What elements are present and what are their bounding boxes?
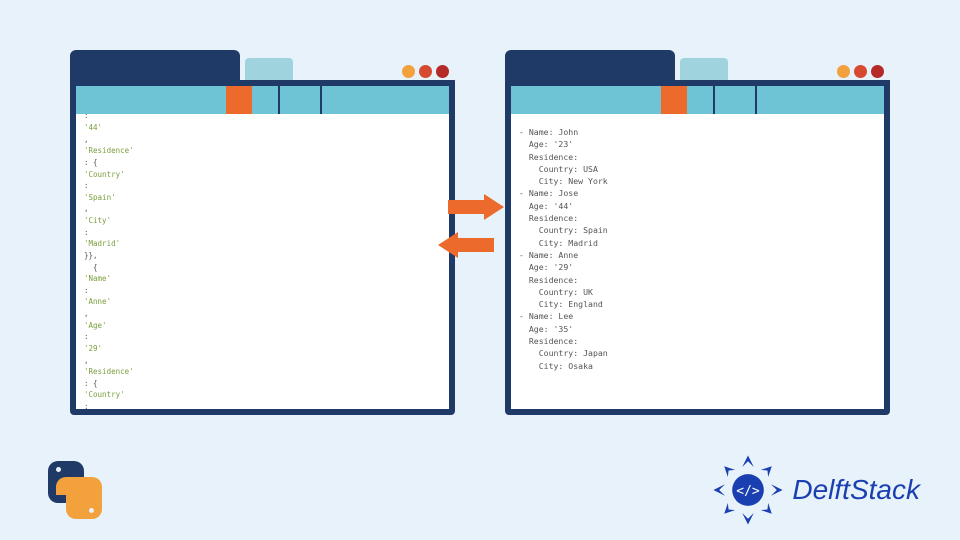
tab-bar: [70, 50, 455, 80]
tab-bar: [505, 50, 890, 80]
svg-text:</>: </>: [737, 484, 761, 499]
footer: </> DelftStack: [0, 454, 960, 526]
toolbar-seg: [715, 86, 757, 114]
dot-red2-icon: [436, 65, 449, 78]
window-frame: dct_arr = [ {'Name': 'John', 'Age': '23'…: [70, 80, 455, 415]
convert-arrows: [438, 190, 508, 270]
toolbar-active-icon: [226, 86, 252, 114]
toolbar-spacer: [322, 86, 449, 114]
tab-secondary: [680, 58, 728, 80]
window-right: - Name: John Age: '23' Residence: Countr…: [505, 50, 890, 420]
code-block-python: dct_arr = [ {'Name': 'John', 'Age': '23'…: [76, 114, 449, 409]
tab-main: [505, 50, 675, 80]
code-block-yaml: - Name: John Age: '23' Residence: Countr…: [511, 114, 884, 409]
toolbar-seg: [280, 86, 322, 114]
tab-main: [70, 50, 240, 80]
arrow-right-icon: [448, 194, 504, 220]
toolbar: [511, 86, 884, 114]
dot-red1-icon: [419, 65, 432, 78]
tab-secondary: [245, 58, 293, 80]
window-left: dct_arr = [ {'Name': 'John', 'Age': '23'…: [70, 50, 455, 420]
delftstack-badge-icon: </>: [712, 454, 784, 526]
dot-yellow-icon: [402, 65, 415, 78]
dot-yellow-icon: [837, 65, 850, 78]
dot-red2-icon: [871, 65, 884, 78]
dot-red1-icon: [854, 65, 867, 78]
delftstack-brand: </> DelftStack: [712, 454, 920, 526]
python-logo-icon: [40, 455, 110, 525]
toolbar-spacer: [757, 86, 884, 114]
window-controls: [402, 65, 455, 80]
toolbar-seg: [254, 86, 280, 114]
arrow-left-icon: [438, 232, 494, 258]
toolbar-active-icon: [661, 86, 687, 114]
window-frame: - Name: John Age: '23' Residence: Countr…: [505, 80, 890, 415]
toolbar: [76, 86, 449, 114]
brand-text: DelftStack: [792, 474, 920, 506]
toolbar-seg: [689, 86, 715, 114]
window-controls: [837, 65, 890, 80]
